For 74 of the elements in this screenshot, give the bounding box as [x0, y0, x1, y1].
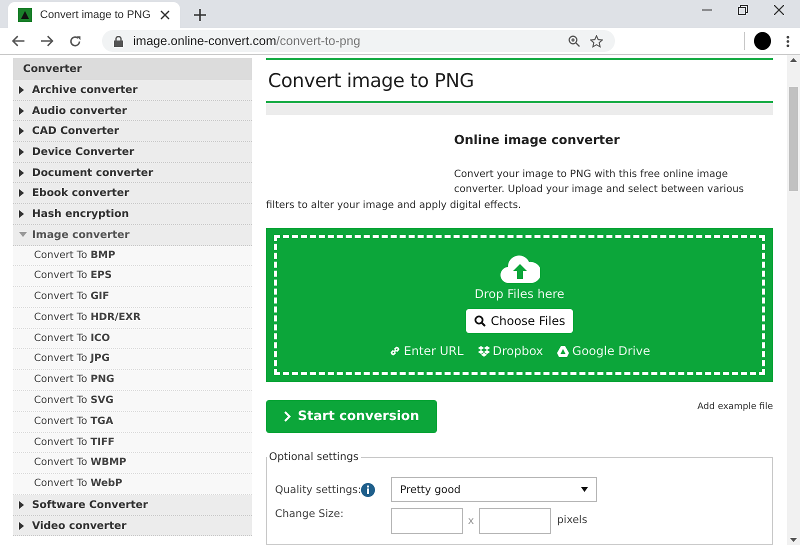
sidebar-category[interactable]: Software Converter	[13, 495, 252, 516]
height-input-field[interactable]	[479, 508, 551, 534]
sidebar-category[interactable]: Document converter	[13, 162, 252, 184]
star-icon[interactable]	[590, 34, 604, 48]
search-icon	[474, 315, 486, 327]
intro-paragraph: Convert your image to PNG with this free online image converter. Upload your image and select between various filters to alter your image and apply digital effects.	[266, 168, 745, 212]
browser-tab[interactable]: Convert image to PNG	[8, 2, 180, 28]
add-example-file-link[interactable]: Add example file	[697, 402, 773, 412]
tab-title: Convert image to PNG	[40, 9, 152, 21]
sidebar-category[interactable]: Hash encryption	[13, 204, 252, 225]
scrollbar-thumb[interactable]	[789, 87, 798, 191]
choose-files-button[interactable]: Choose Files	[466, 309, 574, 333]
sidebar-link[interactable]: Convert To PNG	[13, 370, 252, 392]
sidebar-link[interactable]: Convert To BMP	[13, 246, 252, 266]
sidebar-category[interactable]: Image converter	[13, 224, 252, 246]
sidebar-category[interactable]: Device Converter	[13, 142, 252, 163]
new-tab-icon[interactable]	[194, 9, 206, 21]
address-field[interactable]: image.online-convert.com/convert-to-png	[102, 30, 616, 52]
expanded-caret-icon	[19, 232, 27, 238]
collapsed-caret-icon	[19, 106, 24, 115]
sidebar-link[interactable]: Convert To WebP	[13, 474, 252, 496]
sidebar-category[interactable]: Audio converter	[13, 100, 252, 122]
sidebar-link[interactable]: Convert To GIF	[13, 287, 252, 308]
sidebar-category[interactable]: Ebook converter	[13, 183, 252, 204]
scroll-down-icon[interactable]	[790, 538, 797, 542]
sidebar-link[interactable]: Convert To EPS	[13, 266, 252, 288]
sidebar-category[interactable]: Archive converter	[13, 80, 252, 101]
size-label: Change Size:	[275, 508, 345, 520]
scrollbar[interactable]	[787, 55, 800, 545]
sidebar-category[interactable]: CAD Converter	[13, 121, 252, 142]
zoom-icon[interactable]	[568, 35, 580, 47]
sidebar-link[interactable]: Convert To SVG	[13, 391, 252, 412]
width-input-field[interactable]	[391, 508, 463, 534]
close-icon[interactable]	[160, 10, 170, 20]
close-icon[interactable]	[774, 4, 784, 14]
sidebar-link[interactable]: Convert To HDR/EXR	[13, 308, 252, 329]
intro-heading: Online image converter	[453, 132, 621, 146]
quality-dropdown[interactable]: Pretty good	[391, 477, 597, 502]
restore-icon[interactable]	[738, 4, 748, 14]
link-icon	[388, 345, 401, 357]
sidebar-link[interactable]: Convert To TGA	[13, 412, 252, 433]
collapsed-caret-icon	[19, 127, 24, 136]
site-favicon-icon	[18, 8, 32, 22]
sidebar-heading: Converter	[13, 58, 252, 80]
forward-arrow-icon[interactable]	[40, 35, 54, 47]
sidebar-link[interactable]: Convert To WBMP	[13, 453, 252, 474]
size-unit: pixels	[557, 514, 588, 526]
size-separator: x	[466, 515, 476, 527]
profile-avatar[interactable]	[754, 32, 772, 50]
collapsed-caret-icon	[19, 189, 24, 198]
chevron-right-icon	[284, 411, 291, 422]
collapsed-caret-icon	[19, 210, 24, 218]
collapsed-caret-icon	[19, 500, 24, 509]
dropdown-caret-icon	[581, 487, 588, 492]
triangle-icon	[557, 346, 570, 356]
sidebar-category[interactable]: Video converter	[13, 516, 252, 536]
menu-icon[interactable]	[786, 34, 790, 48]
sidebar-link[interactable]: Convert To ICO	[13, 328, 252, 350]
lock-icon	[114, 36, 124, 46]
collapsed-caret-icon	[19, 522, 24, 530]
quality-label: Quality settings:	[275, 484, 361, 496]
sidebar-link[interactable]: Convert To JPG	[13, 349, 252, 370]
collapsed-caret-icon	[19, 86, 24, 94]
dropzone[interactable]: Drop Files here Choose Files Enter URL Dropbox Google Drive	[266, 228, 773, 382]
back-arrow-icon[interactable]	[12, 35, 26, 47]
info-icon[interactable]	[361, 482, 375, 496]
collapsed-caret-icon	[19, 168, 24, 177]
page-title: Convert image to PNG	[266, 58, 773, 103]
dropzone-hint: Drop Files here	[474, 287, 564, 301]
scroll-up-icon[interactable]	[790, 58, 797, 62]
settings-legend: Optional settings	[267, 451, 361, 463]
reload-icon[interactable]	[68, 34, 82, 48]
sidebar-link[interactable]: Convert To TIFF	[13, 432, 252, 454]
collapsed-caret-icon	[19, 148, 24, 156]
